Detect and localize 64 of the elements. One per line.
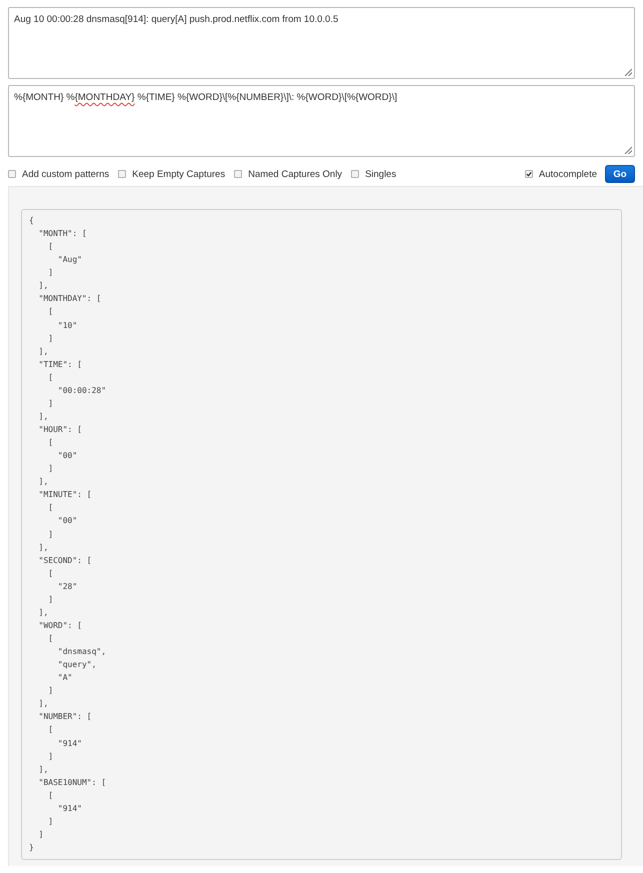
code-line: "MONTH": [ xyxy=(38,228,87,240)
checkbox-label[interactable]: Named Captures Only xyxy=(248,168,342,180)
code-line: "Aug" xyxy=(56,254,82,266)
log-input-field[interactable]: Aug 10 00:00:28 dnsmasq[914]: query[A] push.prod.netflix.com from 10.0.0.5 xyxy=(8,7,635,79)
code-line: "914" xyxy=(56,738,82,750)
resize-grip-icon[interactable] xyxy=(624,68,632,76)
code-line: "dnsmasq", xyxy=(56,646,106,658)
code-line: [ xyxy=(47,372,54,384)
code-line: ] xyxy=(47,267,54,280)
code-line: "00" xyxy=(56,515,78,528)
code-line: ], xyxy=(38,606,48,619)
code-line: ], xyxy=(38,542,48,554)
code-line: [ xyxy=(47,790,54,802)
code-line: "00:00:28" xyxy=(56,384,106,397)
checkbox-label[interactable]: Keep Empty Captures xyxy=(132,168,226,180)
code-line: ], xyxy=(38,698,48,710)
checkbox[interactable] xyxy=(351,170,360,178)
code-line: ] xyxy=(38,828,44,841)
checkbox[interactable] xyxy=(8,170,16,178)
code-line: "MINUTE": [ xyxy=(38,489,92,502)
checkbox-label[interactable]: Add custom patterns xyxy=(22,168,110,180)
code-line: "28" xyxy=(56,580,78,593)
code-line: "MONTHDAY": [ xyxy=(38,293,102,306)
code-line: ] xyxy=(47,332,54,345)
code-line: [ xyxy=(47,437,54,450)
code-line: "query", xyxy=(56,659,96,672)
code-line: "SECOND": [ xyxy=(38,554,92,567)
code-line: "A" xyxy=(56,672,72,684)
code-line: "BASE10NUM": [ xyxy=(38,776,106,789)
code-line: ] xyxy=(47,463,54,476)
code-line: ] xyxy=(47,816,54,828)
checkbox[interactable] xyxy=(234,170,242,178)
code-line: "NUMBER": [ xyxy=(38,711,92,724)
checkbox[interactable] xyxy=(524,170,533,178)
code-line: "914" xyxy=(56,802,82,815)
code-line: ], xyxy=(38,410,48,423)
code-line: ], xyxy=(38,476,48,488)
code-line: ] xyxy=(47,528,54,540)
code-line: "00" xyxy=(56,450,78,462)
code-line: [ xyxy=(47,724,54,736)
checkbox-label[interactable]: Autocomplete xyxy=(538,168,597,180)
code-line: ] xyxy=(47,398,54,410)
code-line: ] xyxy=(47,750,54,763)
code-line: ], xyxy=(38,346,48,358)
code-line: } xyxy=(29,842,34,854)
code-line: [ xyxy=(47,306,54,318)
resize-grip-icon[interactable] xyxy=(624,146,632,154)
pattern-input-field[interactable]: %{MONTH} %{MONTHDAY} %{TIME} %{WORD}\[%{NUMBER}\]\: %{WORD}\[%{WORD}\] xyxy=(8,85,635,157)
code-line: "TIME": [ xyxy=(38,358,82,371)
code-line: "10" xyxy=(56,320,78,332)
code-line: ] xyxy=(47,685,54,698)
checkbox-label[interactable]: Singles xyxy=(365,168,396,180)
code-line: ], xyxy=(38,764,48,776)
code-line: "HOUR": [ xyxy=(38,424,82,436)
code-line: { xyxy=(29,215,34,227)
code-line: [ xyxy=(47,502,54,514)
code-line: "WORD": [ xyxy=(38,620,82,632)
code-line: [ xyxy=(47,633,54,645)
code-line: [ xyxy=(47,568,54,580)
code-line: ] xyxy=(47,594,54,606)
go-button[interactable]: Go xyxy=(605,165,635,183)
code-line: [ xyxy=(47,241,54,254)
checkbox[interactable] xyxy=(118,170,126,178)
code-line: ], xyxy=(38,280,48,292)
